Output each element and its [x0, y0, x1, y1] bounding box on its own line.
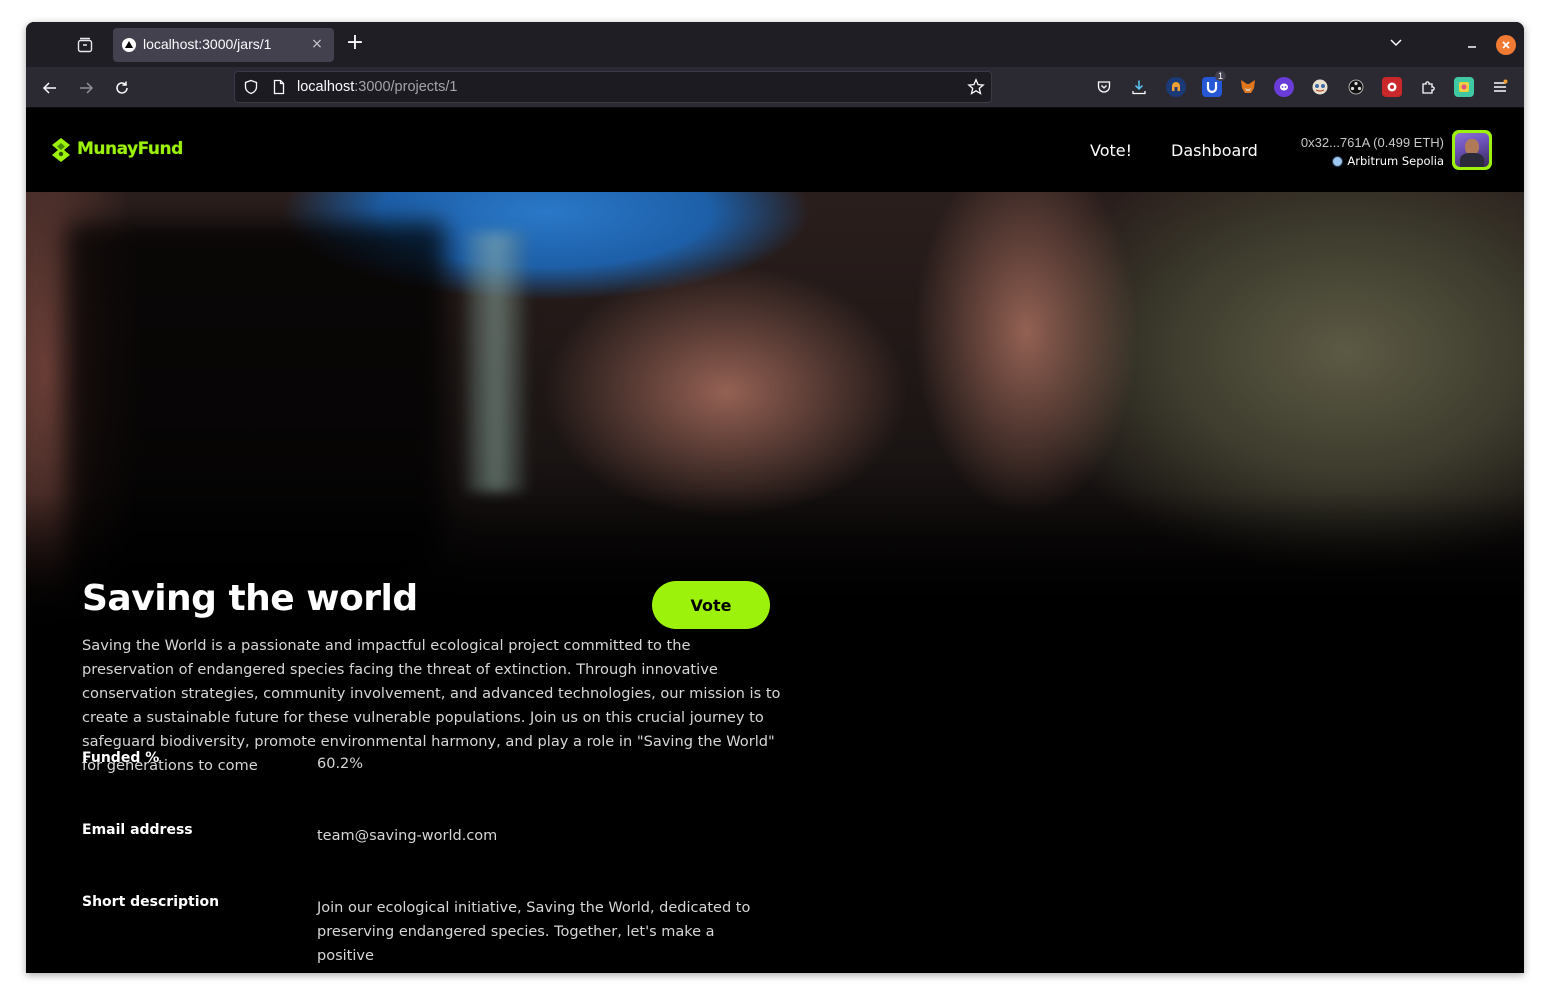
minimize-icon[interactable] — [1462, 35, 1482, 55]
web-page: MunayFund Vote! Dashboard 0x32...761A (0… — [26, 108, 1524, 973]
ghost-icon[interactable] — [1274, 77, 1294, 97]
star-icon[interactable] — [967, 78, 985, 96]
url-bar[interactable]: localhost:3000/projects/1 — [234, 71, 992, 103]
download-icon[interactable] — [1129, 77, 1149, 97]
avatar[interactable] — [1452, 130, 1492, 170]
logo-icon — [50, 137, 72, 162]
mask-icon[interactable] — [1310, 77, 1330, 97]
browser-tab[interactable]: localhost:3000/jars/1 × — [113, 28, 334, 62]
url-text[interactable]: localhost:3000/projects/1 — [297, 79, 457, 95]
navigation-toolbar: localhost:3000/projects/1 1 — [26, 67, 1524, 108]
email-label: Email address — [82, 822, 193, 838]
avatar-image — [1455, 133, 1489, 167]
short-description-label: Short description — [82, 894, 220, 910]
reel-icon[interactable] — [1346, 77, 1366, 97]
tab-title: localhost:3000/jars/1 — [143, 36, 272, 52]
logo[interactable]: MunayFund — [50, 137, 183, 162]
tab-bar: localhost:3000/jars/1 × + — [26, 22, 1524, 67]
network-name: Arbitrum Sepolia — [1347, 154, 1444, 168]
vote-button[interactable]: Vote — [652, 581, 770, 629]
chevron-down-icon[interactable] — [1388, 34, 1410, 56]
menu-icon[interactable] — [1490, 77, 1510, 97]
funded-label: Funded % — [82, 750, 160, 766]
extension-icon[interactable] — [1382, 77, 1402, 97]
nav-vote-link[interactable]: Vote! — [1090, 141, 1132, 160]
reload-icon[interactable] — [110, 76, 134, 100]
browser-window: localhost:3000/jars/1 × + localhost:3000… — [26, 22, 1524, 973]
back-icon[interactable] — [38, 76, 62, 100]
project-title: Saving the world — [82, 578, 418, 619]
site-header: MunayFund Vote! Dashboard 0x32...761A (0… — [26, 108, 1524, 192]
shield-icon[interactable] — [243, 79, 259, 95]
forward-icon[interactable] — [74, 76, 98, 100]
extension-badge: 1 — [1214, 71, 1226, 81]
tab-close-icon[interactable]: × — [308, 35, 326, 53]
extension-icon[interactable] — [1454, 77, 1474, 97]
pocket-icon[interactable] — [1094, 77, 1114, 97]
page-icon[interactable] — [271, 79, 287, 95]
logo-text: MunayFund — [77, 139, 183, 159]
tab-list-icon[interactable] — [74, 34, 96, 56]
metamask-icon[interactable] — [1238, 77, 1258, 97]
puzzle-icon[interactable] — [1418, 77, 1438, 97]
favicon-icon — [122, 38, 136, 52]
hero-image — [26, 192, 1524, 632]
nav-dashboard-link[interactable]: Dashboard — [1171, 141, 1258, 160]
extension-icon[interactable] — [1166, 77, 1186, 97]
new-tab-icon[interactable]: + — [344, 32, 366, 55]
extension-icon[interactable]: 1 — [1202, 71, 1226, 97]
arbitrum-icon — [1332, 155, 1344, 167]
account-address[interactable]: 0x32...761A (0.499 ETH) — [1301, 135, 1444, 150]
funded-value: 60.2% — [317, 756, 364, 772]
email-value: team@saving-world.com — [317, 828, 498, 844]
window-close-icon[interactable] — [1496, 35, 1516, 55]
url-path: :3000/projects/1 — [354, 79, 458, 95]
url-host: localhost — [297, 79, 355, 95]
network-selector[interactable]: Arbitrum Sepolia — [1332, 154, 1444, 168]
short-description-value: Join our ecological initiative, Saving t… — [317, 900, 751, 964]
